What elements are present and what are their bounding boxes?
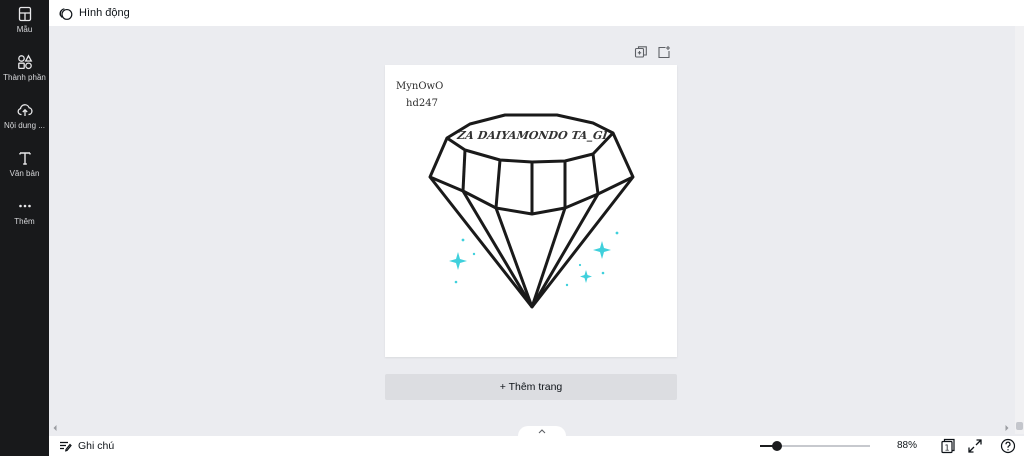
collapse-tab[interactable] <box>518 426 566 436</box>
sidebar-item-uploads[interactable]: Nội dung ... <box>0 102 49 142</box>
animate-label: Hình động <box>79 7 130 19</box>
scroll-left-icon[interactable] <box>52 424 58 432</box>
animate-button[interactable]: Hình động <box>58 3 130 23</box>
notes-icon <box>60 441 72 452</box>
fullscreen-icon[interactable] <box>967 438 983 454</box>
page-text-hd247[interactable]: hd247 <box>406 98 438 109</box>
more-icon <box>18 204 31 208</box>
sidebar-item-text[interactable]: Văn bản <box>0 150 49 190</box>
page-text-mynowo[interactable]: MynOwO <box>396 81 443 92</box>
design-page[interactable]: MynOwO hd247 ZA DAIYAMONDO TA_GI <box>385 65 677 357</box>
notes-label: Ghi chú <box>78 440 115 452</box>
top-toolbar: Hình động <box>49 0 1024 26</box>
zoom-value[interactable]: 88% <box>897 440 917 451</box>
help-icon[interactable] <box>1000 438 1016 454</box>
add-page-icon[interactable] <box>657 45 671 59</box>
add-page-button[interactable]: + Thêm trang <box>385 374 677 400</box>
diamond-banner-text: ZA DAIYAMONDO TA_GI <box>455 129 609 143</box>
notes-button[interactable]: Ghi chú <box>59 438 114 454</box>
sidebar-item-elements[interactable]: Thành phần <box>0 54 49 94</box>
sparkles-decoration <box>449 231 619 287</box>
vertical-scrollbar[interactable] <box>1015 26 1024 434</box>
text-icon <box>18 152 31 165</box>
sidebar-item-label: Thêm <box>14 217 35 226</box>
template-icon <box>18 6 31 22</box>
page-count-icon[interactable]: 1 <box>939 438 955 454</box>
sidebar-item-more[interactable]: Thêm <box>0 198 49 238</box>
side-panel: Mẫu Thành phần Nội dung ... Văn bản Thêm <box>0 0 49 456</box>
page-count: 1 <box>944 444 949 453</box>
chevron-up-icon <box>538 428 546 433</box>
duplicate-page-icon[interactable] <box>634 45 648 59</box>
zoom-slider-handle[interactable] <box>772 441 782 451</box>
vertical-scrollbar-thumb[interactable] <box>1016 422 1023 430</box>
sidebar-item-label: Nội dung ... <box>4 121 45 130</box>
sidebar-item-label: Thành phần <box>3 73 46 82</box>
animation-icon <box>59 7 73 20</box>
sidebar-item-templates[interactable]: Mẫu <box>0 6 49 46</box>
scroll-right-icon[interactable] <box>1004 424 1010 432</box>
sidebar-item-label: Mẫu <box>16 25 33 34</box>
upload-icon <box>17 104 33 116</box>
page-tools <box>634 45 671 59</box>
elements-icon <box>17 54 32 70</box>
bottom-bar: Ghi chú 88% 1 <box>49 436 1024 456</box>
sidebar-item-label: Văn bản <box>9 169 40 178</box>
